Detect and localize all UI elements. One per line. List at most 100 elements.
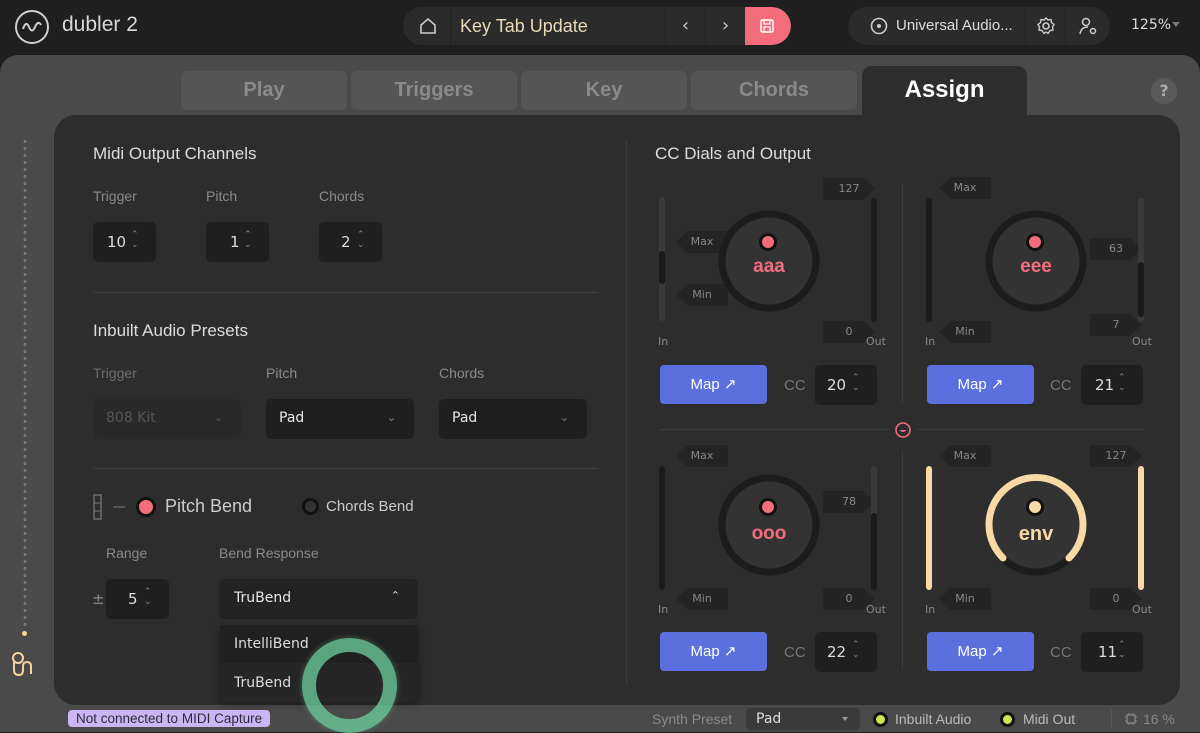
out-max-flag[interactable]: 78 [823,491,875,513]
in-level-track[interactable] [659,466,665,590]
dial-indicator-dot [759,498,777,516]
stepper-value: 5 [128,590,138,608]
map-button-aaa[interactable]: Map ↗ [660,365,767,404]
stepper-value: 21 [1095,376,1115,394]
chevron-down-icon [842,717,848,721]
help-button[interactable]: ? [1151,78,1177,104]
in-max-flag[interactable]: Max [676,445,728,467]
stepper-arrows-icon[interactable]: ⌃ ⌄ [1118,640,1126,660]
gear-icon [1037,17,1055,35]
in-max-flag[interactable]: Max [939,445,991,467]
cc-label: CC [784,644,806,661]
map-button-ooo[interactable]: Map ↗ [660,632,767,671]
in-min-flag[interactable]: Min [939,321,991,343]
pitch-bend-radio[interactable] [136,497,156,517]
dubler-mic-icon[interactable] [10,650,40,680]
in-min-flag[interactable]: Min [676,588,728,610]
preset-trigger-select: 808 Kit ⌄ [93,399,241,439]
tab-chords[interactable]: Chords [691,71,857,110]
cc-number-stepper-eee[interactable]: 21 ⌃ ⌄ [1081,365,1143,405]
stepper-arrows-icon[interactable]: ⌃ ⌄ [357,230,365,250]
in-min-flag[interactable]: Min [939,588,991,610]
pitch-bend-label[interactable]: Pitch Bend [165,496,252,517]
midi-pitch-channel-stepper[interactable]: 1 ⌃ ⌄ [206,222,269,262]
stepper-arrows-icon[interactable]: ⌃ ⌄ [1118,373,1126,393]
in-label: In [658,335,669,348]
tab-key[interactable]: Key [521,71,687,110]
midi-output-title: Midi Output Channels [93,144,257,163]
in-label: In [925,335,936,348]
out-label: Out [1132,335,1152,348]
stepper-arrows-icon[interactable]: ⌃ ⌄ [144,587,152,607]
home-button[interactable] [403,7,451,45]
synth-preset-select[interactable]: Pad [746,708,860,730]
out-range-handle[interactable] [871,513,877,590]
zoom-level-select[interactable]: 125% [1131,17,1171,33]
user-gear-icon [1079,17,1097,35]
cpu-usage: 16 % [1143,711,1175,727]
bend-range-stepper[interactable]: 5 ⌃ ⌄ [106,579,169,619]
chords-bend-radio[interactable] [302,498,319,515]
audio-presets-title: Inbuilt Audio Presets [93,321,248,340]
dial-indicator-dot [759,233,777,251]
midi-trigger-channel-stepper[interactable]: 10 ⌃ ⌄ [93,222,156,262]
tab-play[interactable]: Play [181,71,347,110]
out-max-flag[interactable]: 127 [1090,445,1142,467]
preset-chords-select[interactable]: Pad ⌄ [439,399,587,439]
sidebar-scroll-track[interactable] [23,138,27,628]
save-button[interactable] [745,7,791,45]
inbuilt-audio-led[interactable] [873,712,888,727]
dial-label: aaa [753,256,785,277]
cc-dial-aaa: Max Min In aaa 127 0 Out [655,175,895,355]
out-level-track[interactable] [1138,466,1144,590]
stepper-arrows-icon[interactable]: ⌃ ⌄ [244,230,252,250]
cc-dial-ooo: Max Min In ooo 78 0 Out [655,443,895,623]
out-max-flag[interactable]: 127 [823,178,875,200]
next-preset-button[interactable]: › [705,7,745,45]
midi-pitch-label: Pitch [206,188,238,204]
stepper-value: 2 [341,233,351,251]
preset-bar: Key Tab Update ‹ › [403,7,791,45]
previous-preset-button[interactable]: ‹ [665,7,705,45]
audio-device-name[interactable]: Universal Audio... [896,17,1013,34]
in-level-track[interactable] [926,198,932,322]
out-min-flag[interactable]: 7 [1090,314,1142,336]
dial-grid-divider [660,429,890,430]
stepper-arrows-icon[interactable]: ⌃ ⌄ [131,230,139,250]
in-max-flag[interactable]: Max [939,177,991,199]
out-max-flag[interactable]: 63 [1090,238,1142,260]
chat-link-icon[interactable] [893,420,913,440]
midi-out-led[interactable] [1000,712,1015,727]
select-value: Pad [279,410,305,426]
dial-label: ooo [751,523,787,544]
out-range-handle[interactable] [1138,262,1144,317]
settings-button[interactable] [1025,7,1065,45]
out-level-track[interactable] [871,198,877,322]
midi-chords-channel-stepper[interactable]: 2 ⌃ ⌄ [319,222,382,262]
sidebar-scroll-position [22,631,27,636]
section-divider [93,468,598,469]
map-button-eee[interactable]: Map ↗ [927,365,1034,404]
stepper-value: 11 [1098,643,1118,661]
select-value: 808 Kit [106,410,156,426]
audio-device-icon [870,17,888,35]
tab-triggers[interactable]: Triggers [351,71,517,110]
stepper-value: 10 [107,233,127,251]
chords-bend-label[interactable]: Chords Bend [326,498,414,515]
in-label: In [925,603,936,616]
preset-trigger-label: Trigger [93,365,137,381]
midi-capture-status-badge: Not connected to MIDI Capture [68,710,271,727]
bend-response-select[interactable]: TruBend ⌃ [219,579,418,619]
in-level-track[interactable] [926,466,932,590]
map-button-env[interactable]: Map ↗ [927,632,1034,671]
user-settings-button[interactable] [1065,7,1110,45]
preset-pitch-select[interactable]: Pad ⌄ [266,399,414,439]
bend-toggle-icon[interactable] [91,494,131,520]
stepper-arrows-icon[interactable]: ⌃ ⌄ [852,373,860,393]
cc-number-stepper-aaa[interactable]: 20 ⌃ ⌄ [815,365,877,405]
in-range-handle[interactable] [659,251,665,284]
cc-number-stepper-env[interactable]: 11 ⌃ ⌄ [1081,632,1143,672]
cc-number-stepper-ooo[interactable]: 22 ⌃ ⌄ [815,632,877,672]
preset-name[interactable]: Key Tab Update [460,16,588,37]
stepper-arrows-icon[interactable]: ⌃ ⌄ [852,640,860,660]
